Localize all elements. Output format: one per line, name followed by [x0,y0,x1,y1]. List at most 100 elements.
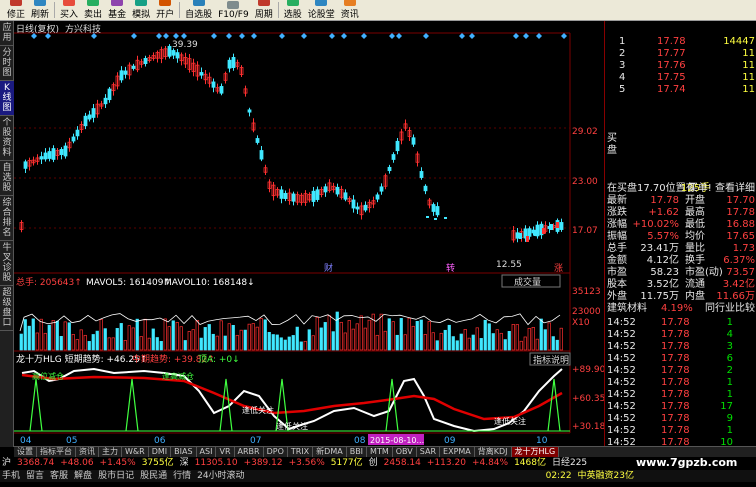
cy-index[interactable]: 2458.14 [384,457,421,469]
kline-chart[interactable]: 39.39 12.55 财 转 涨 29.02 23.00 17.07 总手: 205643↑ M… [14,21,604,446]
date-cursor-label: 2015-08-10... [370,436,424,445]
news-ticker[interactable]: 中英融资23亿 [578,470,634,482]
left-tab-2[interactable]: K线图 [0,81,14,116]
volume-bar [87,341,91,351]
left-tab-6[interactable]: 牛叉诊股 [0,241,14,286]
toolbar-button-11[interactable]: 论股堂 [305,0,338,20]
toolbar-button-12[interactable]: 资讯 [338,0,362,20]
chart-title: 日线(复权) 方兴科技 [14,22,101,35]
toolbar-button-6[interactable]: 开户 [153,0,177,20]
left-tab-4[interactable]: 自选股 [0,161,14,196]
event-marker-transfer[interactable]: 转 [446,262,455,274]
service-link-1[interactable]: 留言 [26,470,44,482]
tick-row-8: 14:52 17.78 9 [605,413,756,425]
watermark: www.7gpzb.com [636,456,738,469]
event-marker-rise[interactable]: 涨 [554,263,563,274]
quote-value: 58.23 [650,267,679,278]
candle-body [119,70,124,81]
quote-value2: 17.70 [726,195,755,206]
left-tab-7[interactable]: 超级盘口 [0,286,14,331]
left-tab-bar: 应用 分时图 K线图 个股资料 自选股 综合排名 牛叉诊股 超级盘口 [0,21,14,447]
candle-body [211,81,216,88]
buy-level: 4 [619,72,626,83]
toolbar-button-3[interactable]: 卖出 [81,0,105,20]
chart-background [14,21,604,446]
toolbar-button-5[interactable]: 模拟 [129,0,153,20]
news-icon [343,0,356,6]
toolbar-button-1[interactable]: 刷新 [28,0,52,20]
candle-body [435,206,440,216]
tick-time: 14:52 [607,389,636,400]
buy-level: 1 [619,36,626,47]
service-link-6[interactable]: 行情 [173,470,191,482]
volume-bar [207,324,211,351]
buy-row-4: 5 17.74 11 [605,84,756,96]
candle-body [434,218,437,220]
volume-axis-label: X10 [572,318,590,328]
event-marker-finance[interactable]: 财 [324,262,333,274]
toolbar-label: 论股堂 [307,10,335,20]
buy-level: 2 [619,48,626,59]
buy-volume: 11 [742,72,755,83]
sz-index[interactable]: 11305.10 [195,457,238,469]
service-link-0[interactable]: 手机 [2,470,20,482]
buy-volume: 11 [742,60,755,71]
tick-price: 17.78 [661,353,690,364]
period-mode[interactable]: 日线(复权) [16,22,59,35]
pending-order-link[interactable]: 买单! 查看详细 [688,183,755,195]
tick-price: 17.78 [661,365,690,376]
toolbar-button-9[interactable]: 周期 [252,0,276,20]
service-link-2[interactable]: 客服 [50,470,68,482]
candle-body [411,137,416,145]
quote-value: 11.75万 [640,291,679,302]
cy-pct: +4.84% [471,458,509,468]
tick-price: 17.78 [661,413,690,424]
left-tab-3[interactable]: 个股资料 [0,116,14,161]
service-link-3[interactable]: 解盘 [74,470,92,482]
volume-bar [91,334,95,351]
indicator-help-label: 指标说明 [533,354,569,366]
toolbar-button-0[interactable]: 修正 [4,0,28,20]
volume-bar [483,319,487,351]
candle-body [379,186,384,192]
toolbar-label: 买入 [60,10,79,20]
toolbar-button-7[interactable]: 自选股 [182,0,215,20]
sector-name[interactable]: 建筑材料 [607,303,647,315]
sell-icon [87,0,100,6]
quote-key2: 换手 [685,255,705,266]
volume-bar [23,319,27,351]
volume-bar [419,319,423,351]
toolbar-button-10[interactable]: 选股 [281,0,305,20]
left-tab-0[interactable]: 应用 [0,21,14,46]
candle-body [167,45,172,57]
volume-bar [491,333,495,351]
sh-index[interactable]: 3368.74 [17,457,54,469]
candle-body [515,232,520,239]
toolbar-label: F10/F9 [218,10,249,20]
quote-row-8: 外盘 11.75万 内盘 11.66万 [605,291,756,303]
tick-price: 17.78 [661,401,690,412]
quote-key: 股本 [607,279,627,290]
candle-body [387,166,392,172]
toolbar-button-4[interactable]: 基金 [105,0,129,20]
volume-bar [395,334,399,351]
toolbar-button-2[interactable]: 买入 [57,0,81,20]
nikkei-label[interactable]: 日经225 [552,457,587,469]
toolbar-button-8[interactable]: F10/F9 [215,0,252,20]
peer-compare-link[interactable]: 同行业比较 [705,303,755,315]
candle-body [107,88,112,101]
candle-body [527,228,532,237]
candle-body [363,204,368,211]
volume-bar [435,340,439,351]
buy-level: 3 [619,60,626,71]
left-tab-5[interactable]: 综合排名 [0,196,14,241]
buy-row-0: 1 17.78 14447 [605,36,756,48]
indicator-axis-label: +89.90 [572,365,604,375]
x-axis-label: 07 [250,436,261,446]
refresh-icon [34,0,47,6]
service-link-5[interactable]: 股民通 [140,470,167,482]
volume-ma10: MAVOL10: 168148↓ [164,278,255,288]
service-link-4[interactable]: 股市日记 [98,470,134,482]
service-link-7[interactable]: 24小时滚动 [197,470,244,482]
left-tab-1[interactable]: 分时图 [0,46,14,81]
